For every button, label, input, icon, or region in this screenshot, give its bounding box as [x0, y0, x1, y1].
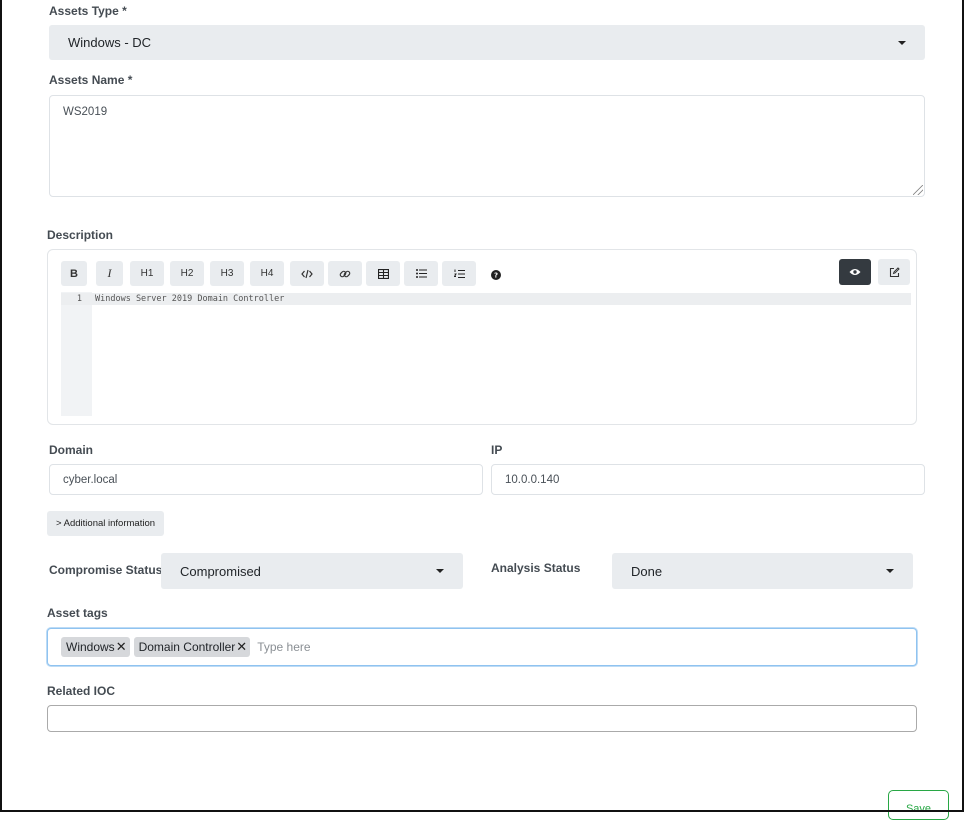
italic-button[interactable]: I: [96, 261, 123, 286]
h3-button[interactable]: H3: [210, 261, 244, 286]
h4-button[interactable]: H4: [250, 261, 284, 286]
edit-toggle-button[interactable]: [878, 259, 910, 285]
h1-button-label: H1: [140, 268, 154, 279]
asset-tags-label: Asset tags: [47, 606, 108, 620]
code-line[interactable]: 1 Windows Server 2019 Domain Controller: [61, 293, 911, 305]
related-ioc-input[interactable]: [47, 705, 917, 732]
tag-text-input[interactable]: Type here: [257, 640, 310, 654]
description-editor: B I H1 H2 H3 H4 ? 1 Windows Server 2019 …: [47, 249, 917, 425]
assets-name-textarea[interactable]: WS2019: [49, 95, 925, 197]
domain-value: cyber.local: [63, 473, 118, 486]
save-button-label: Save: [905, 803, 932, 815]
compromise-status-select[interactable]: Compromised: [161, 553, 463, 589]
analysis-status-value: Done: [631, 563, 663, 579]
assets-type-label: Assets Type *: [49, 4, 127, 18]
bulleted-list-icon: [415, 269, 427, 278]
tag-chip: Domain Controller ✕: [133, 637, 251, 657]
edit-icon: [889, 266, 900, 277]
ip-value: 10.0.0.140: [505, 473, 560, 486]
bulleted-list-button[interactable]: [404, 261, 438, 286]
analysis-status-select[interactable]: Done: [612, 553, 913, 589]
line-text: Windows Server 2019 Domain Controller: [95, 294, 285, 304]
compromise-status-value: Compromised: [180, 563, 261, 579]
help-button[interactable]: ?: [491, 269, 501, 280]
h2-button[interactable]: H2: [170, 261, 204, 286]
h1-button[interactable]: H1: [130, 261, 164, 286]
resize-handle-icon[interactable]: [913, 185, 923, 195]
bold-button[interactable]: B: [61, 261, 87, 286]
h3-button-label: H3: [220, 268, 234, 279]
compromise-status-label: Compromise Status: [49, 563, 163, 577]
italic-button-label: I: [107, 266, 112, 280]
code-icon: [301, 269, 313, 278]
save-button[interactable]: Save: [888, 790, 949, 820]
chevron-down-icon: [898, 40, 906, 45]
chevron-down-icon: [436, 569, 444, 573]
domain-input[interactable]: cyber.local: [49, 464, 483, 495]
remove-tag-icon[interactable]: ✕: [236, 639, 247, 655]
code-button[interactable]: [290, 261, 324, 286]
assets-type-value: Windows - DC: [68, 35, 152, 50]
ip-label: IP: [491, 443, 503, 457]
help-icon: ?: [491, 270, 501, 280]
tag-chip: Windows ✕: [61, 637, 130, 657]
h4-button-label: H4: [260, 268, 274, 279]
assets-name-label: Assets Name *: [49, 73, 133, 87]
link-button[interactable]: [328, 261, 362, 286]
svg-text:?: ?: [494, 272, 498, 280]
h2-button-label: H2: [180, 268, 194, 279]
line-number-gutter: [61, 292, 92, 416]
additional-information-label: > Additional information: [55, 518, 156, 529]
preview-toggle-button[interactable]: [839, 259, 871, 285]
preview-eye-icon: [849, 269, 861, 275]
numbered-list-icon: [453, 269, 465, 278]
additional-information-button[interactable]: > Additional information: [47, 511, 164, 536]
domain-label: Domain: [49, 443, 94, 457]
table-icon: [377, 268, 389, 279]
table-button[interactable]: [366, 261, 400, 286]
ip-input[interactable]: 10.0.0.140: [491, 464, 925, 495]
remove-tag-icon[interactable]: ✕: [116, 639, 127, 655]
analysis-status-label: Analysis Status: [491, 561, 581, 575]
assets-type-select[interactable]: Windows - DC: [49, 25, 925, 60]
tag-label: Domain Controller: [138, 640, 236, 654]
assets-name-value: WS2019: [63, 106, 108, 118]
tag-label: Windows: [66, 640, 115, 654]
description-label: Description: [47, 228, 114, 242]
numbered-list-button[interactable]: [442, 261, 476, 286]
link-icon: [339, 270, 351, 277]
line-number: 1: [76, 294, 82, 304]
chevron-down-icon: [886, 569, 894, 573]
bold-button-label: B: [70, 267, 78, 280]
asset-tags-input[interactable]: Windows ✕ Domain Controller ✕ Type here: [47, 628, 917, 666]
related-ioc-label: Related IOC: [47, 684, 116, 698]
